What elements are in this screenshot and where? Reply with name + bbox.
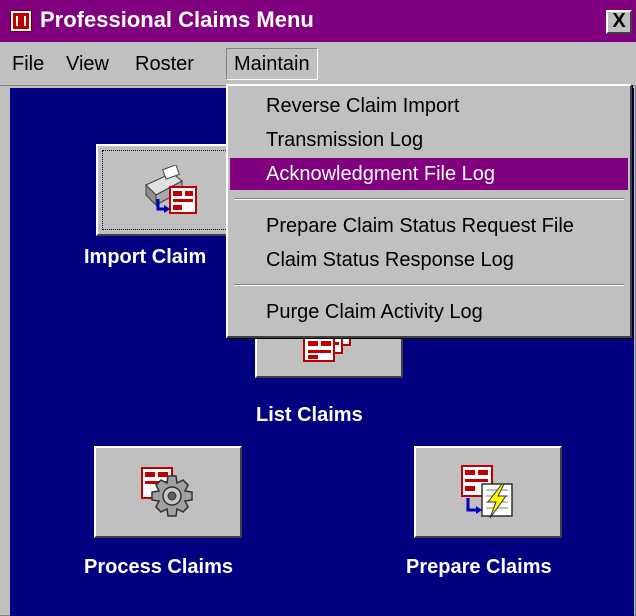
menu-maintain[interactable]: Maintain xyxy=(226,48,318,80)
process-claims-label: Process Claims xyxy=(84,556,233,578)
menu-separator xyxy=(234,198,624,200)
menu-file[interactable]: File xyxy=(6,52,50,76)
menu-item-acknowledgment-file-log[interactable]: Acknowledgment File Log xyxy=(230,158,628,190)
maintain-dropdown-menu: Reverse Claim Import Transmission Log Ac… xyxy=(226,84,632,338)
prepare-claims-label: Prepare Claims xyxy=(406,556,552,578)
list-claims-label: List Claims xyxy=(256,404,363,426)
import-claims-button[interactable] xyxy=(96,144,244,236)
process-claims-button[interactable] xyxy=(94,446,242,538)
menu-bar: File View Roster Maintain xyxy=(0,42,636,86)
window-title: Professional Claims Menu xyxy=(40,7,314,32)
import-claims-icon xyxy=(145,165,197,214)
menu-item-purge-claim-activity-log[interactable]: Purge Claim Activity Log xyxy=(230,296,628,328)
menu-separator xyxy=(234,284,624,286)
menu-item-prepare-claim-status-request-file[interactable]: Prepare Claim Status Request File xyxy=(230,210,628,242)
menu-view[interactable]: View xyxy=(60,52,115,76)
title-bar[interactable]: Professional Claims Menu X xyxy=(0,0,636,42)
import-claims-label: Import Claim xyxy=(84,246,207,268)
professional-claims-window: Professional Claims Menu X File View Ros… xyxy=(0,0,636,616)
menu-item-reverse-claim-import[interactable]: Reverse Claim Import xyxy=(230,90,628,122)
prepare-claims-button[interactable] xyxy=(414,446,562,538)
close-button[interactable]: X xyxy=(606,10,632,34)
process-claims-gear-icon xyxy=(141,467,193,517)
prepare-claims-icon xyxy=(461,465,513,519)
app-icon[interactable] xyxy=(10,10,32,32)
menu-roster[interactable]: Roster xyxy=(129,52,200,76)
menu-item-transmission-log[interactable]: Transmission Log xyxy=(230,124,628,156)
menu-item-claim-status-response-log[interactable]: Claim Status Response Log xyxy=(230,244,628,276)
